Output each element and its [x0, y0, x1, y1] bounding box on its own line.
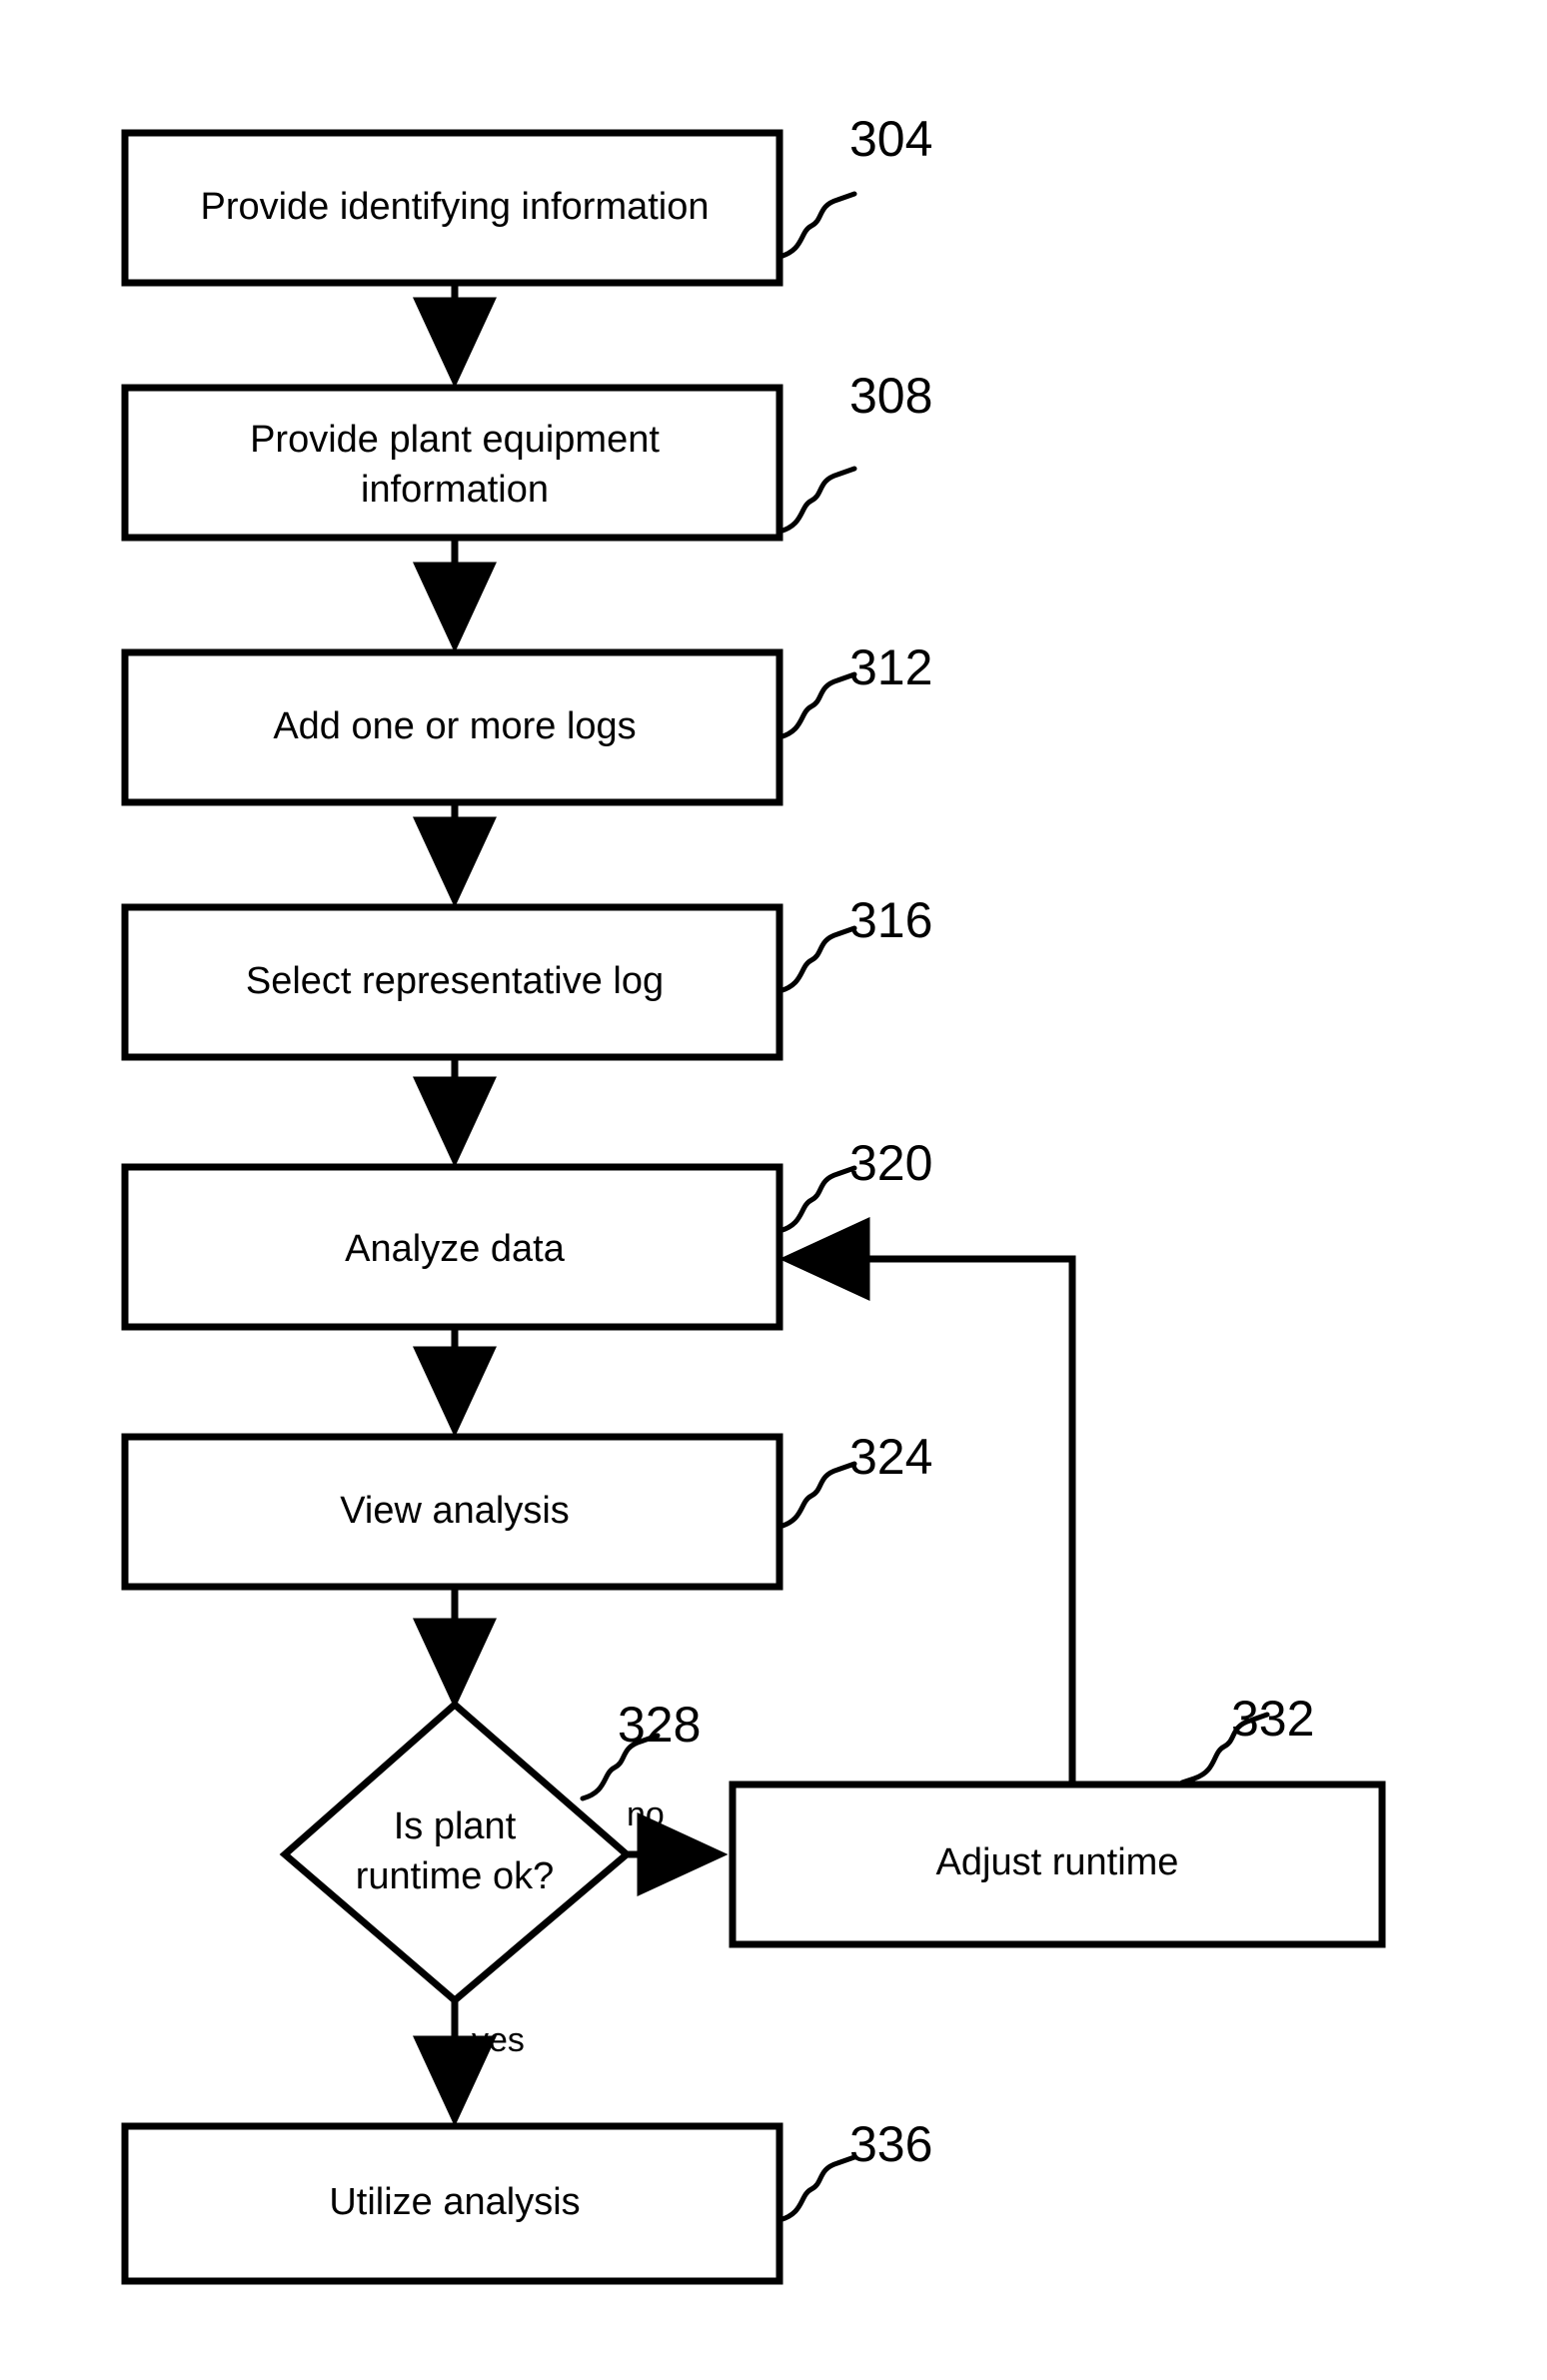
node-label-328-line1: Is plant: [394, 1805, 517, 1847]
ref-number-332: 332: [1231, 1691, 1314, 1747]
ref-leader-332: 332: [1179, 1691, 1314, 1785]
node-select-representative-log[interactable]: Select representative log: [121, 903, 783, 1061]
node-label-328-line2: runtime ok?: [356, 1855, 555, 1897]
ref-number-336: 336: [849, 2116, 932, 2172]
node-label-308-line2: information: [361, 469, 549, 511]
ref-number-324: 324: [849, 1429, 932, 1485]
node-label-304: Provide identifying information: [200, 186, 709, 228]
ref-leader-320: 320: [776, 1135, 932, 1234]
ref-number-308: 308: [849, 368, 932, 424]
edge-label-no-text: no: [627, 1795, 665, 1833]
node-adjust-runtime[interactable]: Adjust runtime: [729, 1781, 1386, 1948]
connector-332-feedback-to-320: [778, 1217, 1076, 1788]
ref-number-312: 312: [849, 639, 932, 695]
node-label-332: Adjust runtime: [936, 1841, 1179, 1883]
node-label-324: View analysis: [340, 1490, 570, 1532]
ref-number-328: 328: [618, 1697, 701, 1753]
ref-number-304: 304: [849, 111, 932, 167]
ref-leader-336: 336: [776, 2116, 932, 2223]
ref-leader-304: 304: [776, 111, 932, 260]
node-label-336: Utilize analysis: [329, 2181, 580, 2223]
ref-leader-316: 316: [776, 892, 932, 994]
node-label-316: Select representative log: [246, 960, 664, 1002]
node-is-plant-runtime-ok[interactable]: Is plant runtime ok?: [279, 1700, 633, 2005]
edge-label-no: no: [627, 1795, 665, 1833]
ref-leader-312: 312: [776, 639, 932, 740]
node-label-308-line1: Provide plant equipment: [250, 419, 660, 461]
node-view-analysis[interactable]: View analysis: [121, 1433, 783, 1591]
edge-label-yes: yes: [472, 2021, 525, 2059]
ref-leader-308: 308: [776, 368, 932, 535]
node-label-320: Analyze data: [345, 1228, 566, 1270]
node-provide-identifying-information[interactable]: Provide identifying information: [121, 129, 783, 287]
node-analyze-data[interactable]: Analyze data: [121, 1163, 783, 1331]
node-utilize-analysis[interactable]: Utilize analysis: [121, 2122, 783, 2285]
ref-number-320: 320: [849, 1135, 932, 1191]
node-add-one-or-more-logs[interactable]: Add one or more logs: [121, 648, 783, 806]
ref-number-316: 316: [849, 892, 932, 948]
edge-label-yes-text: yes: [472, 2021, 525, 2059]
node-provide-plant-equipment-information[interactable]: Provide plant equipment information: [121, 384, 783, 542]
flowchart-svg: Provide identifying information 304 Prov…: [121, 111, 1386, 2285]
flowchart-canvas: Provide identifying information 304 Prov…: [0, 0, 1547, 2380]
node-label-312: Add one or more logs: [273, 705, 636, 747]
ref-leader-328: 328: [580, 1697, 701, 1801]
ref-leader-324: 324: [776, 1429, 932, 1530]
